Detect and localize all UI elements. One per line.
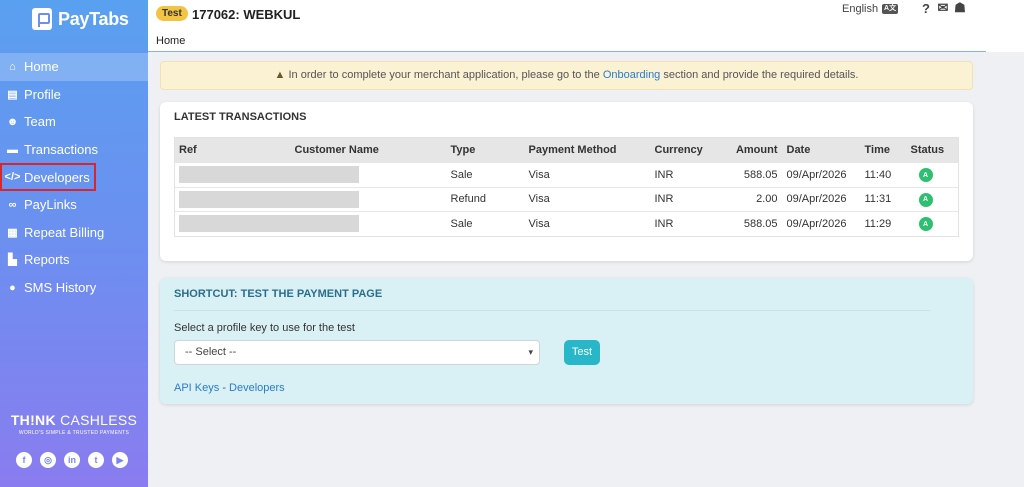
sidebar-item-label: SMS History: [24, 280, 97, 296]
help-icon[interactable]: ?: [920, 1, 932, 16]
sidebar-item-sms-history[interactable]: ● SMS History: [0, 274, 148, 302]
transactions-icon: ▬: [7, 143, 18, 156]
header-actions: ? ✉ ☗: [920, 0, 966, 16]
social-links: f ◎ in t ▶: [16, 452, 128, 468]
profile-icon: ▤: [7, 88, 18, 101]
paytabs-logo-icon: [32, 8, 52, 30]
sidebar-nav: ⌂ Home ▤ Profile ☻ Team ▬ Transactions <…: [0, 53, 148, 301]
table-row[interactable]: Sale Visa INR 588.05 09/Apr/2026 11:29 A: [174, 211, 959, 236]
col-time: Time: [860, 137, 907, 163]
col-type: Type: [446, 137, 525, 163]
link-separator: -: [222, 382, 226, 394]
language-icon: A文: [882, 4, 899, 14]
brand-tagline: TH!NK CASHLESS: [10, 412, 138, 428]
linkedin-icon[interactable]: in: [64, 452, 80, 468]
onboarding-alert: ▲ In order to complete your merchant app…: [160, 61, 973, 90]
test-mode-badge: Test: [156, 6, 188, 21]
brand-name: PayTabs: [58, 8, 129, 29]
card-title: LATEST TRANSACTIONS: [174, 111, 307, 123]
card-divider: [174, 310, 930, 311]
status-badge: A: [918, 217, 933, 231]
card-title: SHORTCUT: TEST THE PAYMENT PAGE: [174, 288, 383, 300]
sidebar-item-profile[interactable]: ▤ Profile: [0, 81, 148, 109]
redacted-ref: [174, 211, 447, 236]
redacted-block: [179, 215, 359, 233]
api-keys-link[interactable]: API Keys: [174, 382, 219, 394]
sidebar-item-label: Developers: [24, 169, 90, 185]
team-icon: ☻: [6, 115, 19, 128]
user-icon[interactable]: ☗: [954, 0, 966, 15]
redacted-ref: [174, 186, 447, 212]
sidebar-item-label: Profile: [24, 86, 61, 102]
status-badge: A: [918, 192, 933, 207]
redacted-ref: [174, 162, 447, 187]
sidebar-item-label: Repeat Billing: [24, 224, 105, 240]
code-icon: </>: [4, 171, 21, 184]
header-divider: [148, 51, 986, 52]
header: Test 177062: WEBKUL English A文 ? ✉ ☗ Hom…: [148, 0, 1024, 52]
sidebar-item-label: PayLinks: [24, 197, 77, 213]
redacted-block: [179, 190, 359, 208]
col-status: Status: [906, 137, 959, 163]
language-label: English: [842, 3, 879, 15]
transactions-table: Ref Customer Name Type Payment Method Cu…: [174, 137, 959, 237]
sidebar-item-label: Transactions: [24, 142, 98, 158]
table-row[interactable]: Refund Visa INR 2.00 09/Apr/2026 11:31 A: [174, 186, 959, 212]
sidebar-item-label: Reports: [24, 252, 70, 268]
youtube-icon[interactable]: ▶: [112, 452, 128, 468]
warning-icon: ▲: [274, 69, 286, 81]
sidebar-item-team[interactable]: ☻ Team: [0, 108, 148, 136]
onboarding-link[interactable]: Onboarding: [603, 69, 661, 81]
think-cashless-brand: TH!NK CASHLESS WORLD'S SIMPLE & TRUSTED …: [10, 412, 138, 436]
table-row[interactable]: Sale Visa INR 588.05 09/Apr/2026 11:40 A: [174, 162, 959, 187]
sidebar: PayTabs ⌂ Home ▤ Profile ☻ Team ▬ Transa…: [0, 0, 148, 487]
paytabs-logo[interactable]: PayTabs: [32, 8, 129, 30]
instagram-icon[interactable]: ◎: [40, 452, 56, 468]
profile-key-select[interactable]: -- Select -- ▾: [174, 340, 540, 365]
brand-subtagline: WORLD'S SIMPLE & TRUSTED PAYMENTS: [18, 430, 130, 436]
table-header-row: Ref Customer Name Type Payment Method Cu…: [174, 137, 959, 163]
shortcut-links: API Keys - Developers: [174, 382, 285, 394]
breadcrumb[interactable]: Home: [156, 35, 185, 47]
facebook-icon[interactable]: f: [16, 452, 32, 468]
profile-key-label: Select a profile key to use for the test: [174, 322, 355, 334]
shortcut-test-card: SHORTCUT: TEST THE PAYMENT PAGE Select a…: [160, 278, 973, 404]
col-date: Date: [782, 137, 861, 163]
status-badge: A: [918, 168, 933, 182]
chart-icon: ▙: [8, 254, 17, 267]
select-value: -- Select --: [185, 346, 237, 358]
sidebar-item-label: Home: [24, 59, 59, 75]
col-payment-method: Payment Method: [524, 137, 651, 163]
merchant-title: 177062: WEBKUL: [192, 7, 301, 22]
sidebar-item-label: Team: [24, 114, 56, 130]
language-selector[interactable]: English A文: [842, 3, 899, 15]
redacted-block: [179, 166, 359, 184]
home-icon: ⌂: [9, 60, 16, 73]
mail-icon[interactable]: ✉: [937, 0, 949, 15]
sidebar-item-reports[interactable]: ▙ Reports: [0, 246, 148, 274]
col-currency: Currency: [650, 137, 721, 163]
sidebar-item-home[interactable]: ⌂ Home: [0, 53, 148, 81]
developers-link[interactable]: Developers: [229, 382, 285, 394]
calendar-icon: ▦: [7, 226, 18, 239]
col-amount: Amount: [720, 137, 783, 163]
col-ref: Ref: [174, 137, 291, 163]
sidebar-item-developers[interactable]: </> Developers: [0, 163, 96, 191]
chat-icon: ●: [9, 281, 16, 294]
sidebar-item-paylinks[interactable]: ∞ PayLinks: [0, 191, 148, 219]
latest-transactions-card: LATEST TRANSACTIONS Ref Customer Name Ty…: [160, 102, 973, 261]
test-button[interactable]: Test: [564, 340, 600, 365]
twitter-icon[interactable]: t: [88, 452, 104, 468]
sidebar-item-transactions[interactable]: ▬ Transactions: [0, 136, 148, 164]
link-icon: ∞: [8, 198, 17, 211]
sidebar-item-repeat-billing[interactable]: ▦ Repeat Billing: [0, 219, 148, 247]
col-customer-name: Customer Name: [290, 137, 447, 163]
chevron-down-icon: ▾: [528, 347, 533, 357]
